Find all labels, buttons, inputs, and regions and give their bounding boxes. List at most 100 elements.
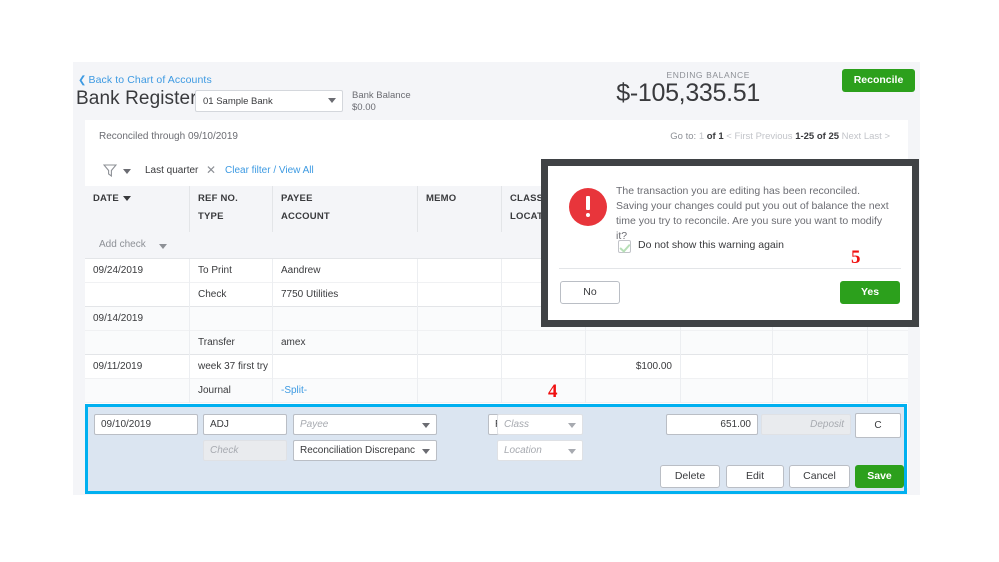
filter-chip-label: Last quarter [145, 165, 199, 176]
column-header-ref-no[interactable]: REF NO. TYPE [190, 186, 273, 232]
pager-first-link[interactable]: < First [726, 131, 753, 142]
edit-location-dropdown[interactable] [561, 440, 583, 461]
dialog-divider [559, 268, 901, 269]
account-select[interactable]: 01 Sample Bank [195, 90, 343, 112]
cell-cleared [773, 379, 868, 403]
column-header-ref-no-label: REF NO. [198, 193, 238, 204]
column-header-date-label: DATE [93, 193, 119, 204]
cell-ref-no: week 37 first try [190, 355, 273, 379]
dialog-yes-button[interactable]: Yes [840, 281, 900, 304]
column-header-memo-label: MEMO [426, 193, 457, 204]
edit-type-field: Check [203, 440, 287, 461]
cell-memo [418, 355, 502, 379]
cancel-button[interactable]: Cancel [789, 465, 850, 488]
column-header-class-label: CLASS [510, 193, 544, 204]
annotation-5: 5 [851, 247, 861, 268]
cell-type: Journal [190, 379, 273, 403]
cell-memo [418, 259, 502, 283]
dialog-message: The transaction you are editing has been… [616, 185, 889, 242]
cell-balance [868, 379, 908, 403]
alert-exclamation-icon [569, 188, 607, 226]
column-header-type-label: TYPE [198, 211, 224, 222]
cell-deposit [681, 355, 773, 379]
cell-account-split-link[interactable]: -Split- [273, 379, 418, 403]
cell-ref-no: To Print [190, 259, 273, 283]
edit-account-input[interactable]: Reconciliation Discrepanc [293, 440, 415, 461]
cell-type: Check [190, 283, 273, 307]
close-x-icon[interactable]: ✕ [206, 163, 216, 177]
dialog-no-button[interactable]: No [560, 281, 620, 304]
pager-next-link[interactable]: Next [842, 131, 862, 142]
cell-memo [418, 307, 502, 331]
cell-location [502, 379, 586, 403]
annotation-4: 4 [548, 381, 558, 402]
pager-of-total: of 1 [706, 131, 724, 142]
table-row[interactable]: Journal -Split- [85, 379, 908, 403]
column-header-date[interactable]: DATE [85, 186, 190, 232]
page-title: Bank Register [76, 88, 197, 109]
chevron-down-icon [328, 98, 336, 103]
filter-funnel-icon[interactable] [103, 164, 117, 177]
cell-deposit [681, 379, 773, 403]
table-row[interactable]: 09/11/2019 week 37 first try $100.00 [85, 355, 908, 379]
edit-class-input[interactable]: Class [497, 414, 561, 435]
cell-cleared [773, 331, 868, 355]
pager-range: 1-25 of 25 [795, 131, 840, 142]
edit-payee-input[interactable]: Payee [293, 414, 415, 435]
add-check-label: Add check [99, 239, 146, 250]
edit-ref-no-input[interactable]: ADJ [203, 414, 287, 435]
cell-date: 09/14/2019 [85, 307, 190, 331]
cell-deposit [681, 331, 773, 355]
edit-date-input[interactable]: 09/10/2019 [94, 414, 198, 435]
edit-button[interactable]: Edit [726, 465, 784, 488]
delete-button[interactable]: Delete [660, 465, 720, 488]
column-header-memo[interactable]: MEMO [418, 186, 502, 232]
back-to-chart-of-accounts-link[interactable]: ❮ Back to Chart of Accounts [78, 74, 212, 86]
account-select-value: 01 Sample Bank [203, 96, 273, 107]
pager-goto-label: Go to: [670, 131, 697, 142]
cell-date [85, 331, 190, 355]
reconciled-through-text: Reconciled through 09/10/2019 [99, 131, 238, 142]
cell-memo [418, 283, 502, 307]
sort-descending-icon [122, 195, 131, 201]
chevron-left-icon: ❮ [78, 75, 87, 86]
reconciled-warning-dialog: The transaction you are editing has been… [541, 159, 919, 327]
screenshot-root: ❮ Back to Chart of Accounts Bank Register… [0, 0, 999, 562]
edit-deposit-input[interactable]: Deposit [761, 414, 851, 435]
cell-location [502, 331, 586, 355]
pager-last-link[interactable]: Last > [864, 131, 890, 142]
edit-payment-input[interactable]: 651.00 [666, 414, 758, 435]
edit-class-dropdown[interactable] [561, 414, 583, 435]
table-row[interactable]: Transfer amex [85, 331, 908, 355]
cell-payment: $100.00 [586, 355, 681, 379]
chevron-down-icon[interactable] [123, 169, 131, 174]
do-not-show-checkbox[interactable] [618, 240, 631, 253]
edit-location-input[interactable]: Location [497, 440, 561, 461]
cell-date [85, 283, 190, 307]
cell-ref-no [190, 307, 273, 331]
save-button[interactable]: Save [855, 465, 904, 488]
edit-cleared-status[interactable]: C [855, 413, 901, 438]
cell-payment [586, 379, 681, 403]
dialog-body: The transaction you are editing has been… [548, 166, 912, 320]
column-header-payee[interactable]: PAYEE ACCOUNT [273, 186, 418, 232]
reconcile-button[interactable]: Reconcile [842, 69, 915, 92]
pagination-controls: Go to: 1 of 1 < First Previous 1-25 of 2… [670, 131, 890, 142]
edit-payee-dropdown[interactable] [415, 414, 437, 435]
column-header-payee-label: PAYEE [281, 193, 313, 204]
cell-payee: Aandrew [273, 259, 418, 283]
cell-memo [418, 379, 502, 403]
pager-current-page[interactable]: 1 [699, 131, 704, 142]
cell-cleared [773, 355, 868, 379]
cell-payee [273, 307, 418, 331]
back-link-label: Back to Chart of Accounts [88, 74, 212, 86]
do-not-show-checkbox-label[interactable]: Do not show this warning again [638, 239, 784, 251]
ending-balance-value: $-105,335.51 [616, 79, 760, 107]
pager-previous-link[interactable]: Previous [756, 131, 793, 142]
edit-account-dropdown[interactable] [415, 440, 437, 461]
clear-filter-link[interactable]: Clear filter / View All [225, 165, 314, 176]
page-header: ❮ Back to Chart of Accounts Bank Register… [73, 62, 920, 120]
cell-payee [273, 355, 418, 379]
cell-balance [868, 331, 908, 355]
chevron-down-icon [159, 244, 167, 249]
